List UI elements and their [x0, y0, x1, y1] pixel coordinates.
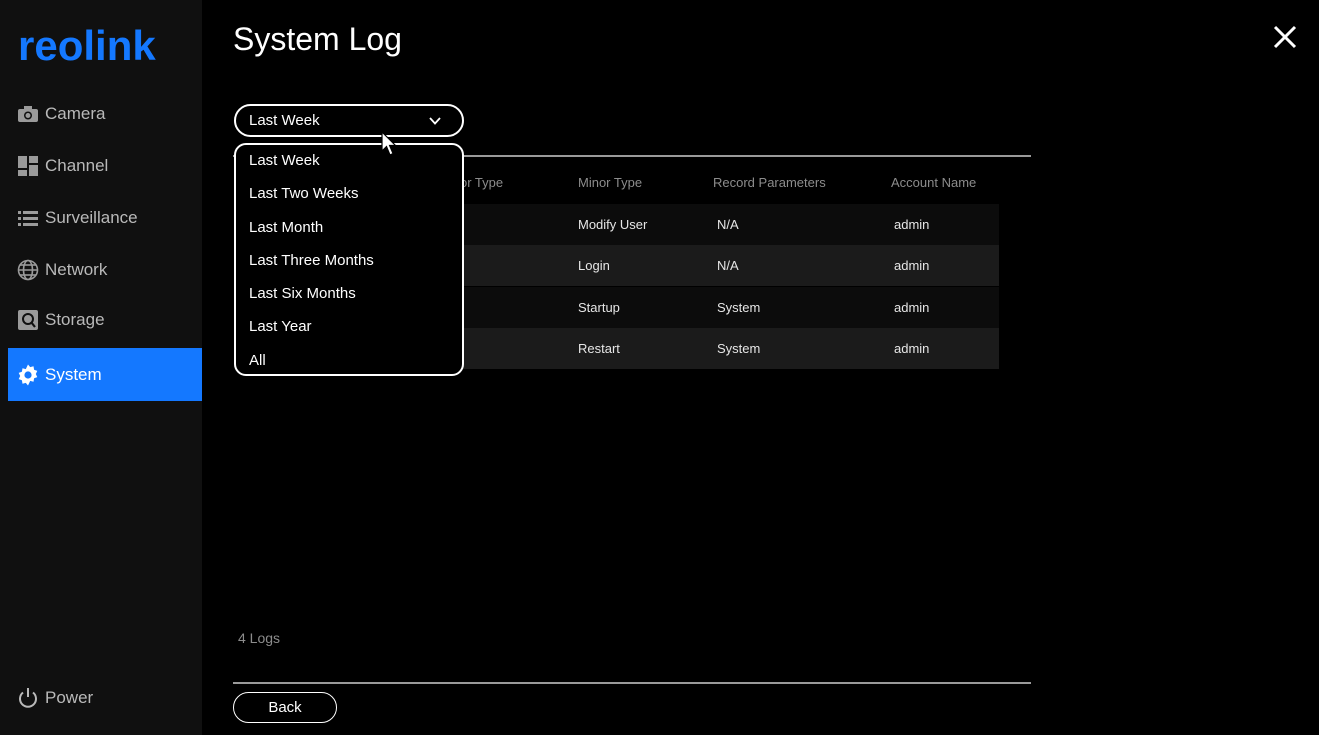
sidebar-item-label: Surveillance [45, 208, 138, 227]
cell-account-name: admin [894, 258, 930, 273]
cell-account-name: admin [894, 300, 930, 315]
sidebar-item-label: Storage [45, 310, 105, 329]
cell-record-parameters: N/A [717, 258, 739, 273]
cell-minor-type: Login [578, 258, 610, 273]
sidebar-item-label: System [45, 364, 102, 384]
channel-grid-icon [16, 154, 40, 178]
cell-record-parameters: N/A [717, 217, 739, 232]
dropdown-option[interactable]: Last Month [249, 219, 323, 236]
reolink-logo: reolink [18, 22, 158, 69]
dropdown-option[interactable]: Last Six Months [249, 285, 356, 302]
sidebar: reolink Camera Channel Surveillance Netw… [0, 0, 202, 735]
column-header-record-parameters: Record Parameters [713, 175, 826, 190]
sidebar-item-network[interactable]: Network [8, 250, 202, 290]
dropdown-option[interactable]: Last Three Months [249, 252, 374, 269]
page-title: System Log [233, 21, 402, 57]
close-icon [1273, 25, 1297, 49]
column-header-minor-type: Minor Type [578, 175, 643, 190]
sidebar-item-label: Camera [45, 104, 106, 123]
cell-minor-type: Modify User [578, 217, 648, 232]
power-icon [16, 686, 40, 710]
power-button[interactable]: Power [8, 678, 202, 718]
cell-minor-type: Startup [578, 300, 620, 315]
sidebar-item-label: Channel [45, 156, 109, 175]
gear-icon [16, 363, 40, 387]
cell-minor-type: Restart [578, 341, 620, 356]
cell-record-parameters: System [717, 341, 761, 356]
list-icon [16, 206, 40, 230]
back-button-label: Back [268, 699, 302, 716]
dropdown-option[interactable]: Last Year [249, 318, 312, 335]
chevron-down-icon [429, 117, 441, 125]
cell-account-name: admin [894, 341, 930, 356]
sidebar-item-channel[interactable]: Channel [8, 146, 202, 186]
logo-text: reolink [18, 24, 156, 64]
storage-icon [16, 308, 40, 332]
time-range-selected-value: Last Week [249, 112, 320, 129]
dropdown-option[interactable]: All [249, 352, 266, 369]
logs-count: 4 Logs [238, 630, 281, 646]
power-label: Power [45, 688, 94, 707]
column-header-account-name: Account Name [891, 175, 977, 190]
sidebar-item-camera[interactable]: Camera [8, 94, 202, 134]
divider [233, 682, 1031, 684]
close-button[interactable] [1270, 22, 1300, 52]
dropdown-option[interactable]: Last Week [249, 152, 320, 169]
time-range-dropdown-list: Last Week Last Two Weeks Last Month Last… [234, 143, 464, 376]
mouse-pointer-icon [381, 130, 399, 164]
dropdown-option[interactable]: Last Two Weeks [249, 185, 359, 202]
column-header-major-type: or Type [460, 175, 504, 190]
sidebar-item-surveillance[interactable]: Surveillance [8, 198, 202, 238]
time-range-select[interactable]: Last Week [234, 104, 464, 137]
back-button[interactable]: Back [233, 692, 337, 723]
globe-icon [16, 258, 40, 282]
sidebar-item-label: Network [45, 260, 108, 279]
cell-record-parameters: System [717, 300, 761, 315]
cell-account-name: admin [894, 217, 930, 232]
sidebar-item-system[interactable]: System [8, 348, 202, 401]
camera-icon [16, 102, 40, 126]
sidebar-item-storage[interactable]: Storage [8, 300, 202, 340]
